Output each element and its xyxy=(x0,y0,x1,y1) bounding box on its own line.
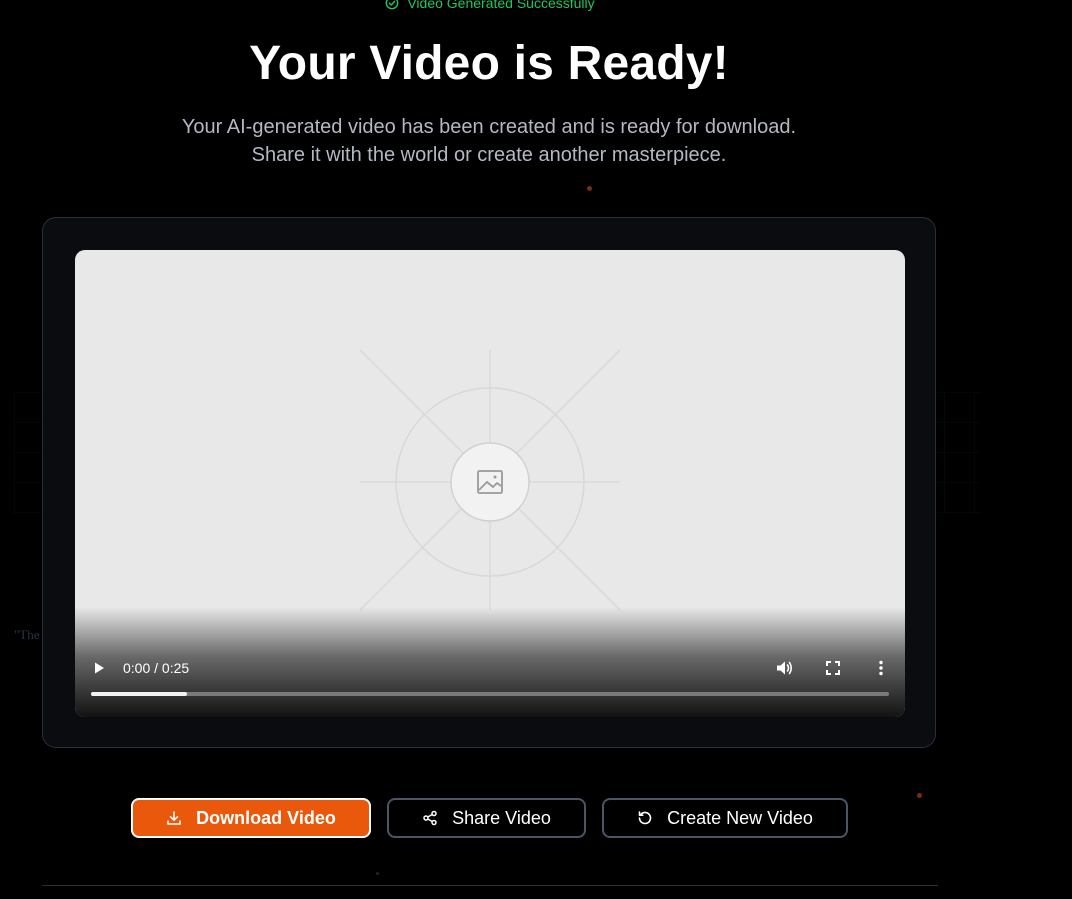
time-display: 0:00 / 0:25 xyxy=(123,660,190,676)
page-subtitle: Your AI-generated video has been created… xyxy=(0,113,978,169)
play-button[interactable] xyxy=(87,658,111,678)
decorative-dot xyxy=(376,872,379,875)
progress-buffered xyxy=(91,692,187,696)
page: Video Generated Successfully Your Video … xyxy=(0,0,1072,899)
fullscreen-icon xyxy=(826,661,840,675)
section-divider xyxy=(42,885,938,886)
play-icon xyxy=(95,662,104,674)
subtitle-line-1: Your AI-generated video has been created… xyxy=(181,116,797,138)
share-video-button[interactable]: Share Video xyxy=(387,798,586,838)
progress-bar[interactable] xyxy=(91,692,889,696)
status-badge: Video Generated Successfully xyxy=(0,0,980,12)
volume-icon xyxy=(777,661,793,675)
fullscreen-button[interactable] xyxy=(821,658,845,678)
subtitle-line-2: Share it with the world or create anothe… xyxy=(251,144,727,166)
share-icon xyxy=(423,810,437,826)
create-new-video-button[interactable]: Create New Video xyxy=(602,798,848,838)
status-label: Video Generated Successfully xyxy=(407,0,595,11)
page-title: Your Video is Ready! xyxy=(249,37,729,90)
more-options-button[interactable] xyxy=(869,658,893,678)
download-icon xyxy=(167,811,181,825)
more-vertical-icon xyxy=(879,660,883,676)
check-circle-icon xyxy=(385,0,399,10)
download-video-label: Download Video xyxy=(196,807,336,828)
create-new-video-label: Create New Video xyxy=(667,807,813,828)
share-video-label: Share Video xyxy=(452,807,551,828)
decorative-dot xyxy=(587,186,592,191)
decorative-dot xyxy=(917,793,922,798)
volume-button[interactable] xyxy=(773,658,797,678)
video-card: 0:00 / 0:25 xyxy=(42,217,936,748)
download-video-button[interactable]: Download Video xyxy=(131,798,371,838)
video-player[interactable]: 0:00 / 0:25 xyxy=(75,250,905,717)
refresh-icon xyxy=(638,811,652,825)
